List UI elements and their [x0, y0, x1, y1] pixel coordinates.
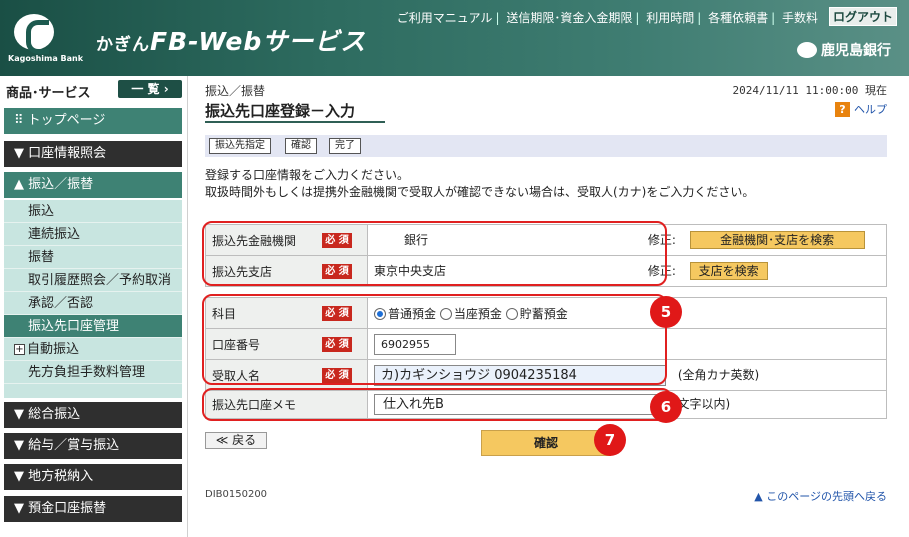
screen-id: DIB0150200: [205, 489, 268, 500]
top-nav: ご利用マニュアル | 送信期限･資金入金期限 | 利用時間 | 各種依頼書 | 手数料: [394, 9, 821, 26]
title-underline: [205, 121, 385, 123]
submenu-item-continuous-transfer[interactable]: 連続振込: [4, 223, 182, 246]
back-to-top-link[interactable]: ▲ このページの先頭へ戻る: [754, 488, 887, 504]
help-question-icon: ?: [835, 102, 850, 117]
sidebar-title: 商品･サービス: [6, 86, 91, 101]
sidebar-item-direct-debit[interactable]: ▼ 預金口座振替: [4, 496, 182, 522]
step-confirm: 確認: [285, 138, 317, 154]
instructions: 登録する口座情報をご入力ください。 取扱時間外もしくは提携外金融機関で受取人が確…: [205, 168, 755, 199]
search-bank-branch-button[interactable]: 金融機関･支店を検索: [689, 231, 865, 249]
submenu-item-payee-management[interactable]: 振込先口座管理: [4, 315, 182, 338]
annotation-badge-7: 7: [594, 424, 626, 456]
nav-hours-link[interactable]: 利用時間: [643, 11, 697, 25]
page-title: 振込先口座登録－入力: [205, 102, 356, 120]
breadcrumb: 振込／振替: [205, 84, 266, 98]
sidebar-item-local-tax[interactable]: ▼ 地方税納入: [4, 464, 182, 490]
nav-deadline-link[interactable]: 送信期限･資金入金期限: [503, 11, 635, 25]
highlight-memo: [202, 388, 672, 421]
nav-forms-link[interactable]: 各種依頼書: [705, 11, 771, 25]
confirm-button[interactable]: 確認: [481, 430, 611, 456]
payee-hint: (全角カナ英数): [677, 367, 760, 382]
nav-fees-link[interactable]: 手数料: [779, 11, 821, 25]
submenu-item-transfer[interactable]: 振込: [4, 200, 182, 223]
step-specify: 振込先指定: [209, 138, 271, 154]
submenu-item-auto-transfer[interactable]: + 自動振込: [4, 338, 182, 361]
step-indicator: 振込先指定 確認 完了: [205, 135, 887, 157]
bank-mark-icon: [797, 42, 817, 58]
transfer-submenu: 振込 連続振込 振替 取引履歴照会／予約取消 承認／否認 振込先口座管理 + 自動…: [4, 200, 182, 398]
highlight-account-info: [202, 294, 667, 385]
annotation-badge-6: 6: [650, 391, 682, 423]
sidebar-item-salary-transfer[interactable]: ▼ 給与／賞与振込: [4, 433, 182, 459]
bank-name: 鹿児島銀行: [797, 40, 891, 60]
current-datetime: 2024/11/11 11:00:00 現在: [732, 84, 887, 97]
sidebar-item-top-page[interactable]: ⠿ トップページ: [4, 108, 182, 134]
sidebar: 商品･サービス 一 覧 › ⠿ トップページ ▼ 口座情報照会 ▲ 振込／振替 …: [0, 76, 188, 537]
logout-button[interactable]: ログアウト: [829, 7, 897, 26]
header-bar: Kagoshima Bank かぎんFB-Webサービス ご利用マニュアル | 送…: [0, 0, 909, 76]
expand-plus-icon[interactable]: +: [14, 344, 25, 355]
help-link[interactable]: ? ヘルプ: [835, 101, 887, 117]
back-button[interactable]: ≪ 戻る: [205, 432, 267, 449]
sidebar-item-general-transfer[interactable]: ▼ 総合振込: [4, 402, 182, 428]
search-branch-button[interactable]: 支店を検索: [689, 262, 768, 280]
sidebar-header: 商品･サービス 一 覧 ›: [0, 76, 187, 102]
highlight-bank-branch: [202, 221, 667, 286]
annotation-badge-5: 5: [650, 296, 682, 328]
submenu-item-fee-management[interactable]: 先方負担手数料管理: [4, 361, 182, 384]
bank-logo-icon: [14, 14, 54, 54]
service-brand: かぎんFB-Webサービス: [96, 27, 367, 56]
sidebar-item-account-inquiry[interactable]: ▼ 口座情報照会: [4, 141, 182, 167]
nav-manual-link[interactable]: ご利用マニュアル: [394, 11, 496, 25]
submenu-item-history[interactable]: 取引履歴照会／予約取消: [4, 269, 182, 292]
list-button[interactable]: 一 覧 ›: [118, 80, 182, 98]
submenu-item-approval[interactable]: 承認／否認: [4, 292, 182, 315]
step-complete: 完了: [329, 138, 361, 154]
sidebar-item-transfer[interactable]: ▲ 振込／振替: [4, 172, 182, 198]
logo-subtitle: Kagoshima Bank: [8, 54, 84, 63]
submenu-item-account-transfer[interactable]: 振替: [4, 246, 182, 269]
